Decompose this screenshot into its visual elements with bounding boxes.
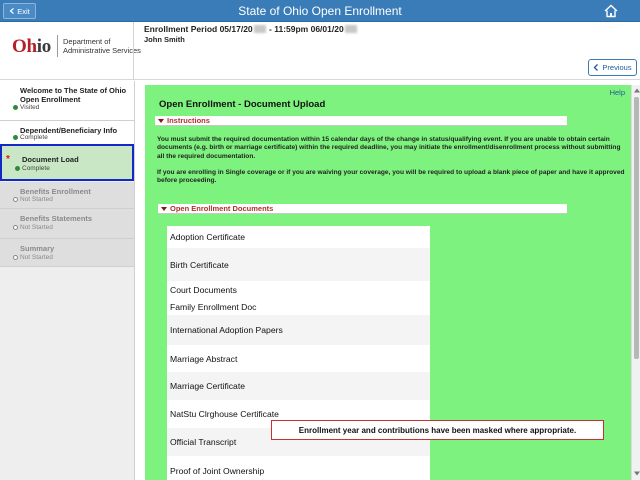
ohio-logo-word: Ohio (12, 35, 51, 57)
list-item[interactable]: Family Enrollment Doc (167, 298, 430, 315)
department-name: Department of Administrative Services (62, 37, 141, 55)
list-item[interactable]: Adoption Certificate (167, 226, 430, 248)
sidebar-item-label: Benefits Statements (20, 214, 93, 223)
sidebar-item-benefits-enrollment: Benefits Enrollment Not Started (0, 182, 134, 209)
sidebar-item-summary: Summary Not Started (0, 239, 134, 267)
collapse-triangle-icon (161, 206, 167, 211)
help-link[interactable]: Help (610, 88, 625, 97)
not-started-status-icon (13, 225, 18, 230)
sidebar-item-label: Summary (20, 244, 55, 253)
collapse-triangle-icon (158, 118, 164, 123)
list-item[interactable]: International Adoption Papers (167, 315, 430, 345)
not-started-status-icon (13, 255, 18, 260)
scroll-up-arrow-icon[interactable] (633, 87, 640, 94)
masked-value (344, 25, 357, 33)
scrollbar-thumb[interactable] (634, 97, 639, 359)
page-header: Ohio Department of Administrative Servic… (0, 22, 640, 80)
not-started-status-icon (13, 197, 18, 202)
instructions-toggle[interactable]: Instructions (155, 116, 567, 126)
sidebar-item-status: Not Started (13, 196, 53, 203)
app-title: State of Ohio Open Enrollment (238, 4, 402, 18)
documents-toggle[interactable]: Open Enrollment Documents (158, 204, 567, 214)
masked-value (253, 25, 266, 33)
home-icon[interactable] (603, 3, 619, 19)
previous-label: Previous (602, 63, 632, 72)
chevron-left-icon (593, 64, 599, 71)
list-item[interactable]: Court Documents (167, 281, 430, 298)
list-item[interactable]: Proof of Joint Ownership (167, 456, 430, 480)
sidebar-item-label: Document Load (22, 155, 79, 164)
sidebar-item-status: Complete (15, 165, 50, 172)
sidebar-separator (134, 81, 145, 480)
masking-note: Enrollment year and contributions have b… (271, 420, 604, 440)
sidebar-item-label: Benefits Enrollment (20, 187, 91, 196)
user-name: John Smith (144, 35, 185, 44)
instructions-paragraph-2: If you are enrolling in Single coverage … (157, 169, 625, 185)
step-sidebar: Welcome to The State of Ohio Open Enroll… (0, 81, 134, 480)
sidebar-item-status: Visited (13, 104, 39, 111)
scroll-down-arrow-icon[interactable] (633, 470, 640, 477)
page-title: Open Enrollment - Document Upload (159, 99, 326, 110)
list-item[interactable]: Marriage Abstract (167, 345, 430, 372)
app-window: Exit State of Ohio Open Enrollment Ohio … (0, 0, 640, 480)
header-divider (133, 22, 134, 79)
sidebar-item-status: Complete (13, 134, 48, 141)
complete-status-icon (15, 166, 20, 171)
enrollment-period: Enrollment Period 05/17/20 - 11:59pm 06/… (144, 24, 358, 34)
sidebar-item-document-load[interactable]: * Document Load Complete (0, 144, 134, 181)
instructions-header: Instructions (167, 116, 210, 125)
instructions-paragraph-1: You must submit the required documentati… (157, 136, 621, 160)
previous-button[interactable]: Previous (588, 59, 637, 76)
list-item[interactable]: Marriage Certificate (167, 372, 430, 400)
sidebar-item-label: Welcome to The State of Ohio Open Enroll… (20, 86, 127, 104)
sidebar-item-status: Not Started (13, 254, 53, 261)
list-item[interactable]: Birth Certificate (167, 248, 430, 281)
documents-header: Open Enrollment Documents (170, 204, 274, 213)
sidebar-item-benefits-statements: Benefits Statements Not Started (0, 209, 134, 239)
title-bar: Exit State of Ohio Open Enrollment (0, 0, 640, 22)
visited-status-icon (13, 105, 18, 110)
sidebar-item-welcome[interactable]: Welcome to The State of Ohio Open Enroll… (0, 81, 134, 121)
vertical-scrollbar[interactable] (631, 85, 640, 480)
ohio-logo: Ohio Department of Administrative Servic… (12, 35, 141, 57)
complete-status-icon (13, 135, 18, 140)
sidebar-item-status: Not Started (13, 224, 53, 231)
current-step-marker-icon: * (6, 154, 10, 165)
logo-divider (56, 35, 58, 57)
documents-list: Adoption Certificate Birth Certificate C… (167, 226, 430, 480)
